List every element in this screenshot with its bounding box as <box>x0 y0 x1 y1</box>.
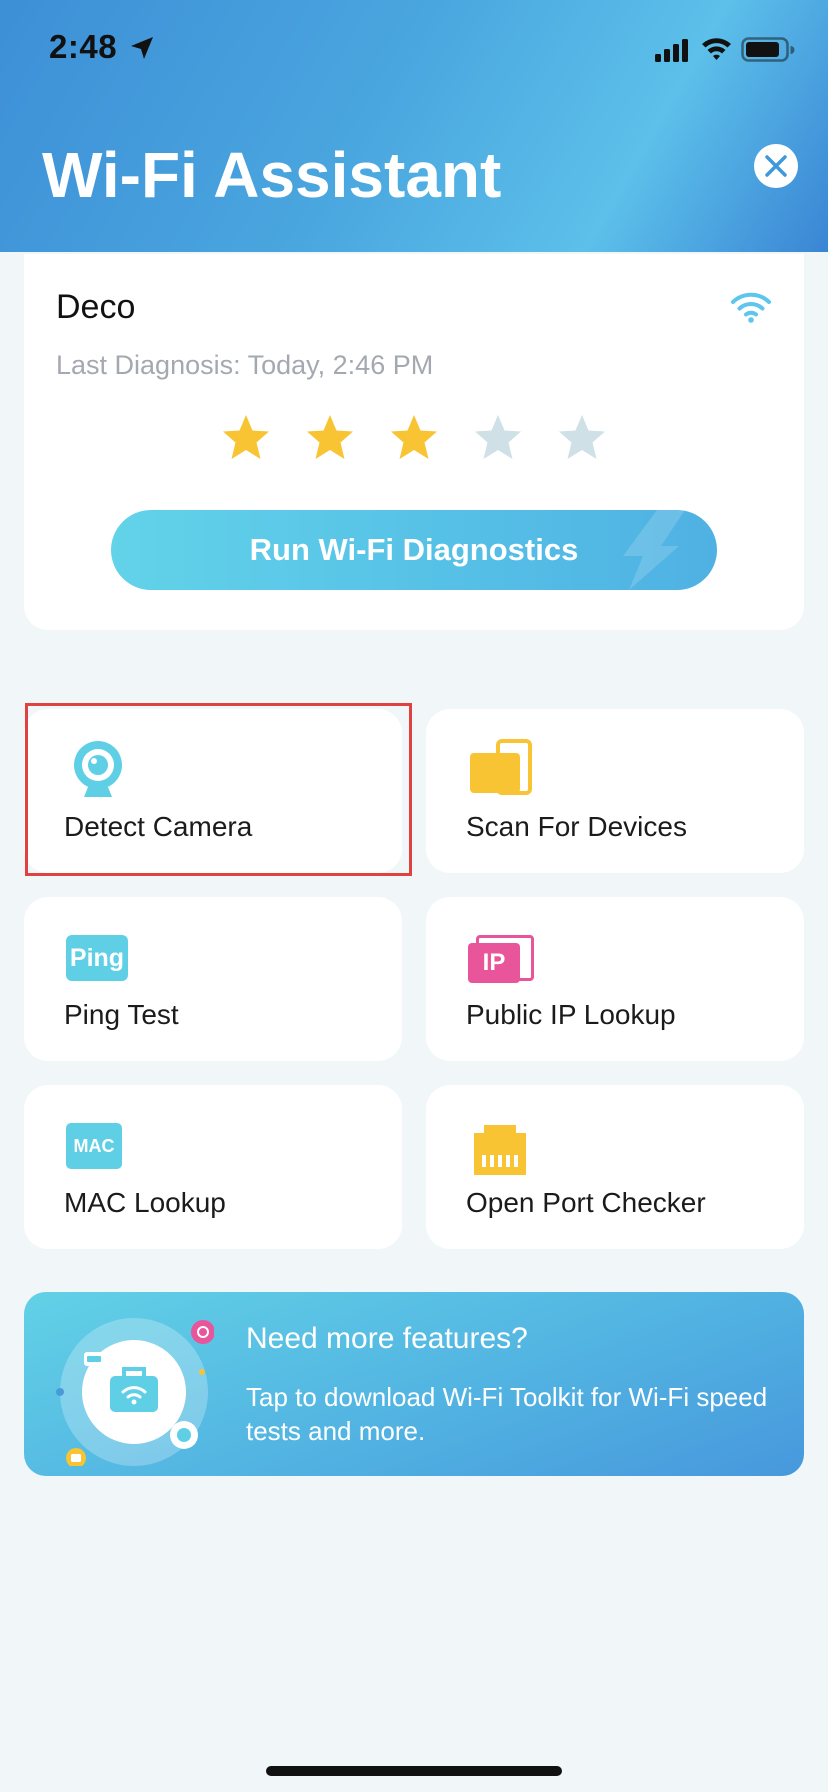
star-filled-icon <box>391 415 437 459</box>
tool-public-ip[interactable]: IP Public IP Lookup <box>426 897 804 1061</box>
tool-scan-devices[interactable]: Scan For Devices <box>426 709 804 873</box>
star-empty-icon <box>559 415 605 459</box>
banner-description: Tap to download Wi-Fi Toolkit for Wi-Fi … <box>246 1382 768 1446</box>
banner-title: Need more features? <box>246 1322 528 1355</box>
star-filled-icon <box>307 415 353 459</box>
ip-icon-text: IP <box>482 949 506 976</box>
ip-icon: IP <box>468 935 534 985</box>
tool-label: Detect Camera <box>64 811 253 842</box>
star-filled-icon <box>223 415 269 459</box>
rating-stars <box>220 412 640 468</box>
network-card: Deco Last Diagnosis: Today, 2:46 PM Run … <box>24 254 804 630</box>
location-arrow-icon <box>131 37 153 59</box>
header: 2:48 Wi-Fi Assistant <box>0 0 828 252</box>
status-bar: 2:48 <box>0 0 828 100</box>
tool-label: Open Port Checker <box>466 1187 706 1218</box>
tool-label: Ping Test <box>64 999 179 1030</box>
mac-icon: MAC <box>66 1123 122 1169</box>
tool-label: MAC Lookup <box>64 1187 226 1218</box>
run-diagnostics-button[interactable]: Run Wi-Fi Diagnostics <box>111 510 717 590</box>
tool-label: Scan For Devices <box>466 811 687 842</box>
network-name: Deco <box>56 288 136 326</box>
run-diagnostics-label: Run Wi-Fi Diagnostics <box>249 532 579 567</box>
home-indicator[interactable] <box>266 1766 562 1776</box>
last-diagnosis: Last Diagnosis: Today, 2:46 PM <box>56 350 434 380</box>
status-time: 2:48 <box>49 28 118 65</box>
tool-open-port[interactable]: Open Port Checker <box>426 1085 804 1249</box>
toolkit-illustration <box>56 1318 214 1466</box>
tool-ping-test[interactable]: Ping Ping Test <box>24 897 402 1061</box>
tool-mac-lookup[interactable]: MAC MAC Lookup <box>24 1085 402 1249</box>
close-icon <box>765 155 787 177</box>
ping-icon: Ping <box>66 935 128 981</box>
devices-icon <box>470 739 532 795</box>
ping-icon-text: Ping <box>69 943 125 972</box>
wifi-icon <box>731 292 771 323</box>
cellular-signal-icon <box>655 39 688 62</box>
lightning-icon <box>623 510 685 590</box>
tool-detect-camera[interactable]: Detect Camera <box>24 709 402 873</box>
star-empty-icon <box>475 415 521 459</box>
promo-banner[interactable]: Need more features? Tap to download Wi-F… <box>24 1292 804 1476</box>
battery-icon <box>741 37 795 62</box>
page-title: Wi-Fi Assistant <box>42 139 502 211</box>
mac-icon-text: MAC <box>73 1135 115 1156</box>
wifi-icon <box>702 38 731 60</box>
camera-icon <box>74 741 122 797</box>
close-button[interactable] <box>754 144 798 188</box>
ethernet-port-icon <box>474 1125 526 1175</box>
tool-label: Public IP Lookup <box>466 999 676 1030</box>
